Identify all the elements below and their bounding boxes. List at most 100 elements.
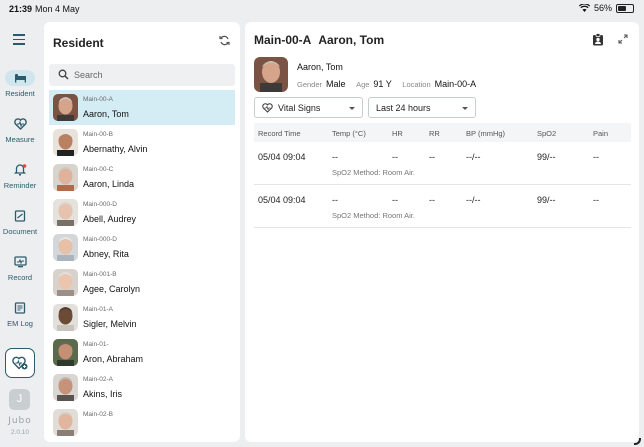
resident-detail-panel: Main-00-A Aaron, Tom Aaron, Tom Gender Mal… [245,22,639,442]
bell-icon [5,162,35,178]
table-cell-spo2: 99/-- [537,152,556,162]
table-cell-hr: -- [392,195,398,205]
resident-list-item[interactable]: Main-00-A Aaron, Tom [49,90,235,125]
status-bar: 21:39 Mon 4 May 56% [0,0,644,18]
age-value: 91 Y [373,79,392,89]
resident-name: Abell, Audrey [83,214,137,224]
chevron-down-icon [462,107,468,110]
nav-item-resident[interactable]: Resident [0,70,40,98]
resident-avatar [53,304,78,331]
resident-avatar [53,129,78,156]
battery-percent: 56% [593,3,612,13]
detail-header-name: Aaron, Tom [318,33,385,47]
time-range-select[interactable]: Last 24 hours [368,97,476,118]
column-header: BP (mmHg) [466,129,506,138]
table-cell-temp: -- [332,195,338,205]
row-note: SpO2 Method: Room Air. [332,211,415,220]
resident-list-item[interactable]: Main-02-A Akins, Iris [49,370,235,405]
resident-meta: Gender Male Age 91 Y Location Main-00-A [297,79,484,89]
age-label: Age [356,80,370,89]
id-badge-icon[interactable] [592,33,604,46]
search-box [49,64,235,86]
resident-bed: Main-01-A [83,306,113,313]
nav-rail: Resident Measure Reminder Document Recor… [0,18,40,447]
wifi-icon [578,4,590,12]
detail-bed: Main-00-A [254,33,312,47]
detail-header: Main-00-A Aaron, Tom [254,33,384,47]
resident-name: Abernathy, Alvin [83,144,148,154]
resize-corner [634,438,641,445]
search-icon [58,69,69,80]
resident-bed: Main-000-D [83,236,117,243]
nav-item-record[interactable]: Record [0,254,40,282]
table-row[interactable]: 05/04 09:04 -- -- -- --/-- 99/-- -- SpO2 Method… [254,142,631,185]
row-note: SpO2 Method: Room Air. [332,168,415,177]
nav-label-resident: Resident [5,89,35,98]
table-cell-temp: -- [332,152,338,162]
table-body: 05/04 09:04 -- -- -- --/-- 99/-- -- SpO2 Method… [254,142,631,228]
nav-label-em-log: EM Log [7,319,33,328]
chevron-down-icon [349,107,355,110]
bed-icon [5,70,35,86]
record-type-select[interactable]: Vital Signs [254,97,363,118]
column-header: Record Time [258,129,301,138]
resident-bed: Main-001-B [83,271,117,278]
resident-name: Aaron, Linda [83,179,135,189]
resident-photo [254,57,288,92]
expand-icon[interactable] [618,34,628,44]
nav-item-em-log[interactable]: EM Log [0,300,40,328]
resident-panel: Resident Main-00-A Aaron, Tom Main-00-B Abe… [44,22,240,442]
nav-label-record: Record [7,273,33,282]
nav-label-document: Document [2,227,38,236]
vital-signs-table: Record Time Temp (°C) HR RR BP (mmHg) SpO2 Pai… [254,123,631,228]
resident-avatar [53,164,78,191]
battery-icon [616,3,634,13]
resident-avatar [53,409,78,436]
menu-icon[interactable] [13,34,25,48]
resident-list-item[interactable]: Main-001-B Agee, Carolyn [49,265,235,300]
column-header: RR [429,129,440,138]
user-avatar[interactable]: J [9,389,30,410]
search-input[interactable] [74,67,224,83]
table-cell-bp: --/-- [466,195,481,205]
monitor-icon [5,254,35,270]
resident-list-item[interactable]: Main-000-D Abney, Rita [49,230,235,265]
resident-name: Agee, Carolyn [83,284,141,294]
column-header: Temp (°C) [332,129,366,138]
log-icon [5,300,35,316]
brand-logo: Jubo [8,416,32,426]
resident-avatar [53,339,78,366]
resident-list-item[interactable]: Main-00-B Abernathy, Alvin [49,125,235,160]
resident-name: Akins, Iris [83,389,123,399]
resident-list-item[interactable]: Main-000-D Abell, Audrey [49,195,235,230]
table-cell-time: 05/04 09:04 [258,152,306,162]
battery-fill [618,5,626,11]
resident-avatar [53,374,78,401]
resident-list-item[interactable]: Main-01-A Sigler, Melvin [49,300,235,335]
heart-pulse-icon [5,116,35,132]
resident-list-item[interactable]: Main-02-B [49,405,235,440]
column-header: SpO2 [537,129,557,138]
table-cell-rr: -- [429,195,435,205]
table-cell-bp: --/-- [466,152,481,162]
nav-item-measure[interactable]: Measure [0,116,40,144]
refresh-icon[interactable] [219,35,230,46]
vital-signs-shortcut-button[interactable] [5,348,35,378]
resident-name: Aron, Abraham [83,354,144,364]
status-time: 21:39 [9,4,33,14]
nav-item-reminder[interactable]: Reminder [0,162,40,190]
nav-item-document[interactable]: Document [0,208,40,236]
table-cell-rr: -- [429,152,435,162]
resident-name: Aaron, Tom [297,62,343,72]
table-cell-spo2: 99/-- [537,195,556,205]
resident-bed: Main-02-B [83,411,113,418]
table-cell-time: 05/04 09:04 [258,195,306,205]
resident-panel-title: Resident [53,36,104,50]
resident-avatar [53,199,78,226]
resident-bed: Main-00-B [83,131,113,138]
heart-icon [262,103,273,113]
resident-list-item[interactable]: Main-01- Aron, Abraham [49,335,235,370]
table-row[interactable]: 05/04 09:04 -- -- -- --/-- 99/-- -- SpO2 Method… [254,185,631,228]
resident-list-item[interactable]: Main-00-C Aaron, Linda [49,160,235,195]
resident-bed: Main-02-A [83,376,113,383]
